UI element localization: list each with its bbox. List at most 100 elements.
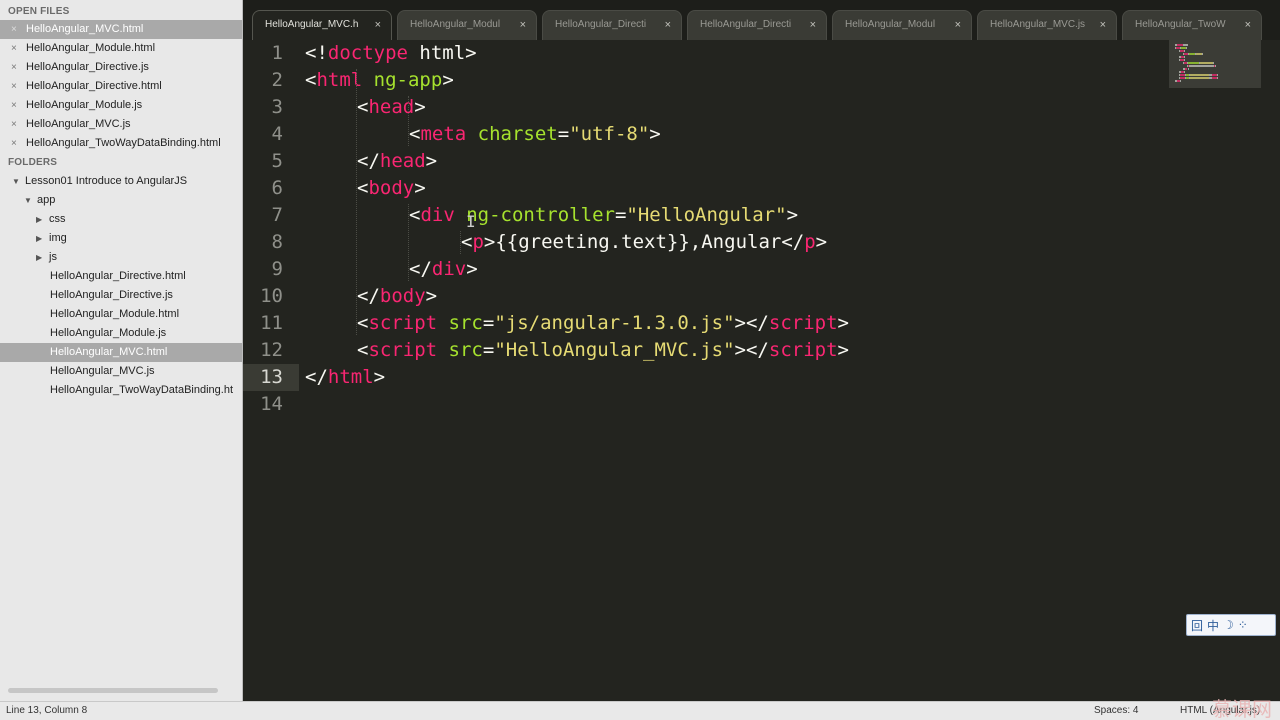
code-line[interactable]: </body> — [357, 283, 437, 310]
line-number: 11 — [260, 312, 283, 334]
tab-close-icon[interactable]: × — [1100, 11, 1106, 39]
tab-close-icon[interactable]: × — [665, 11, 671, 39]
editor-tab[interactable]: HelloAngular_Modul × — [832, 10, 972, 40]
open-file-item[interactable]: × HelloAngular_TwoWayDataBinding.html — [0, 134, 242, 153]
close-file-icon[interactable]: × — [11, 39, 17, 58]
open-file-item[interactable]: × HelloAngular_Directive.js — [0, 58, 242, 77]
tree-folder-item[interactable]: ▼ app — [0, 191, 242, 210]
code-line[interactable]: <html ng-app> — [305, 67, 454, 94]
code-token: = — [557, 123, 570, 145]
minimap-segment — [1217, 74, 1219, 76]
close-file-icon[interactable]: × — [11, 20, 17, 39]
tree-file-item[interactable]: HelloAngular_MVC.html — [0, 343, 242, 362]
open-file-item[interactable]: × HelloAngular_Directive.html — [0, 77, 242, 96]
code-token: html — [327, 366, 374, 388]
disclosure-down-icon[interactable]: ▼ — [12, 172, 20, 191]
code-token: body — [379, 285, 426, 307]
minimap-segment — [1189, 65, 1215, 67]
tree-file-item[interactable]: HelloAngular_Directive.html — [0, 267, 242, 286]
code-token: < — [305, 69, 317, 91]
code-line[interactable]: <script src="HelloAngular_MVC.js"></scri… — [357, 337, 849, 364]
open-file-item[interactable]: × HelloAngular_Module.js — [0, 96, 242, 115]
code-token: > — [414, 96, 426, 118]
code-token: < — [357, 177, 369, 199]
code-token: script — [368, 312, 438, 334]
disclosure-right-icon[interactable]: ▶ — [36, 248, 42, 267]
sidebar-scrollbar[interactable] — [8, 688, 218, 693]
ime-item-1[interactable]: 中 — [1207, 617, 1219, 634]
editor-tab[interactable]: HelloAngular_MVC.h × — [252, 10, 392, 40]
minimap[interactable] — [1169, 40, 1261, 88]
disclosure-right-icon[interactable]: ▶ — [36, 229, 42, 248]
close-file-icon[interactable]: × — [11, 58, 17, 77]
tab-close-icon[interactable]: × — [810, 11, 816, 39]
close-file-icon[interactable]: × — [11, 134, 17, 153]
sidebar: OPEN FILES × HelloAngular_MVC.html × HelloA… — [0, 0, 243, 701]
tree-file-item[interactable]: HelloAngular_Directive.js — [0, 286, 242, 305]
close-file-icon[interactable]: × — [11, 115, 17, 134]
open-files-list: × HelloAngular_MVC.html × HelloAngular_Modu… — [0, 20, 242, 153]
code-line[interactable]: <!doctype html> — [305, 40, 477, 67]
code-token: script — [768, 312, 838, 334]
editor-tab[interactable]: HelloAngular_Directi × — [687, 10, 827, 40]
code-editor[interactable]: 1 2 3 4 5 6 7 8 9 10 11 12 13 14 <!doctype html> <html… — [243, 40, 1280, 701]
minimap-segment — [1183, 44, 1189, 46]
editor-tab[interactable]: HelloAngular_Directi × — [542, 10, 682, 40]
tree-folder-item[interactable]: ▶ js — [0, 248, 242, 267]
ime-item-0[interactable]: 回 — [1191, 617, 1203, 634]
tree-file-item[interactable]: HelloAngular_MVC.js — [0, 362, 242, 381]
tab-close-icon[interactable]: × — [1245, 11, 1251, 39]
code-token: > — [414, 177, 426, 199]
code-line[interactable]: </html> — [305, 364, 385, 391]
tab-close-icon[interactable]: × — [955, 11, 961, 39]
code-token: ></ — [734, 339, 769, 361]
editor-tab[interactable]: HelloAngular_TwoW × — [1122, 10, 1262, 40]
indentation-setting[interactable]: Spaces: 4 — [1094, 702, 1138, 719]
ime-item-3[interactable]: ⁘ — [1238, 618, 1248, 632]
code-token: < — [357, 312, 369, 334]
tree-file-item[interactable]: HelloAngular_Module.js — [0, 324, 242, 343]
close-file-icon[interactable]: × — [11, 96, 17, 115]
ime-toolbar[interactable]: 回中 ☽ ⁘ — [1186, 614, 1276, 636]
line-number: 4 — [271, 123, 283, 145]
ime-item-2[interactable]: ☽ — [1223, 618, 1234, 632]
editor-tab[interactable]: HelloAngular_Modul × — [397, 10, 537, 40]
code-line[interactable]: <p>{{greeting.text}},Angular</p> — [461, 229, 827, 256]
tree-item-label: HelloAngular_Directive.html — [50, 270, 186, 282]
open-file-label: HelloAngular_TwoWayDataBinding.html — [26, 137, 221, 149]
close-file-icon[interactable]: × — [11, 77, 17, 96]
tree-folder-item[interactable]: ▶ img — [0, 229, 242, 248]
indent-guide — [408, 204, 409, 281]
code-line[interactable]: </div> — [409, 256, 478, 283]
code-token: meta — [420, 123, 467, 145]
tree-file-item[interactable]: HelloAngular_Module.html — [0, 305, 242, 324]
indent-guide — [460, 231, 461, 254]
open-file-item[interactable]: × HelloAngular_MVC.js — [0, 115, 242, 134]
open-file-item[interactable]: × HelloAngular_MVC.html — [0, 20, 242, 39]
code-line[interactable]: <body> — [357, 175, 426, 202]
tab-close-icon[interactable]: × — [375, 11, 381, 39]
disclosure-right-icon[interactable]: ▶ — [36, 210, 42, 229]
tree-file-item[interactable]: HelloAngular_TwoWayDataBinding.ht — [0, 381, 242, 400]
editor-tab[interactable]: HelloAngular_MVC.js × — [977, 10, 1117, 40]
tab-label: HelloAngular_TwoW — [1135, 19, 1226, 30]
tab-close-icon[interactable]: × — [520, 11, 526, 39]
open-file-item[interactable]: × HelloAngular_Module.html — [0, 39, 242, 58]
code-line[interactable]: </head> — [357, 148, 437, 175]
code-token: div — [420, 204, 455, 226]
disclosure-down-icon[interactable]: ▼ — [24, 191, 32, 210]
line-number: 14 — [260, 393, 283, 415]
minimap-segment — [1180, 80, 1182, 82]
tree-folder-item[interactable]: ▼ Lesson01 Introduce to AngularJS — [0, 172, 242, 191]
tab-bar: HelloAngular_MVC.h × HelloAngular_Modul × He… — [243, 0, 1280, 40]
code-line[interactable]: <meta charset="utf-8"> — [409, 121, 661, 148]
line-number: 6 — [271, 177, 283, 199]
code-line[interactable]: <script src="js/angular-1.3.0.js"></scri… — [357, 310, 849, 337]
tree-folder-item[interactable]: ▶ css — [0, 210, 242, 229]
open-file-label: HelloAngular_Directive.html — [26, 80, 162, 92]
code-line[interactable]: <head> — [357, 94, 426, 121]
minimap-segment — [1183, 59, 1185, 61]
tab-label: HelloAngular_Modul — [845, 19, 936, 30]
